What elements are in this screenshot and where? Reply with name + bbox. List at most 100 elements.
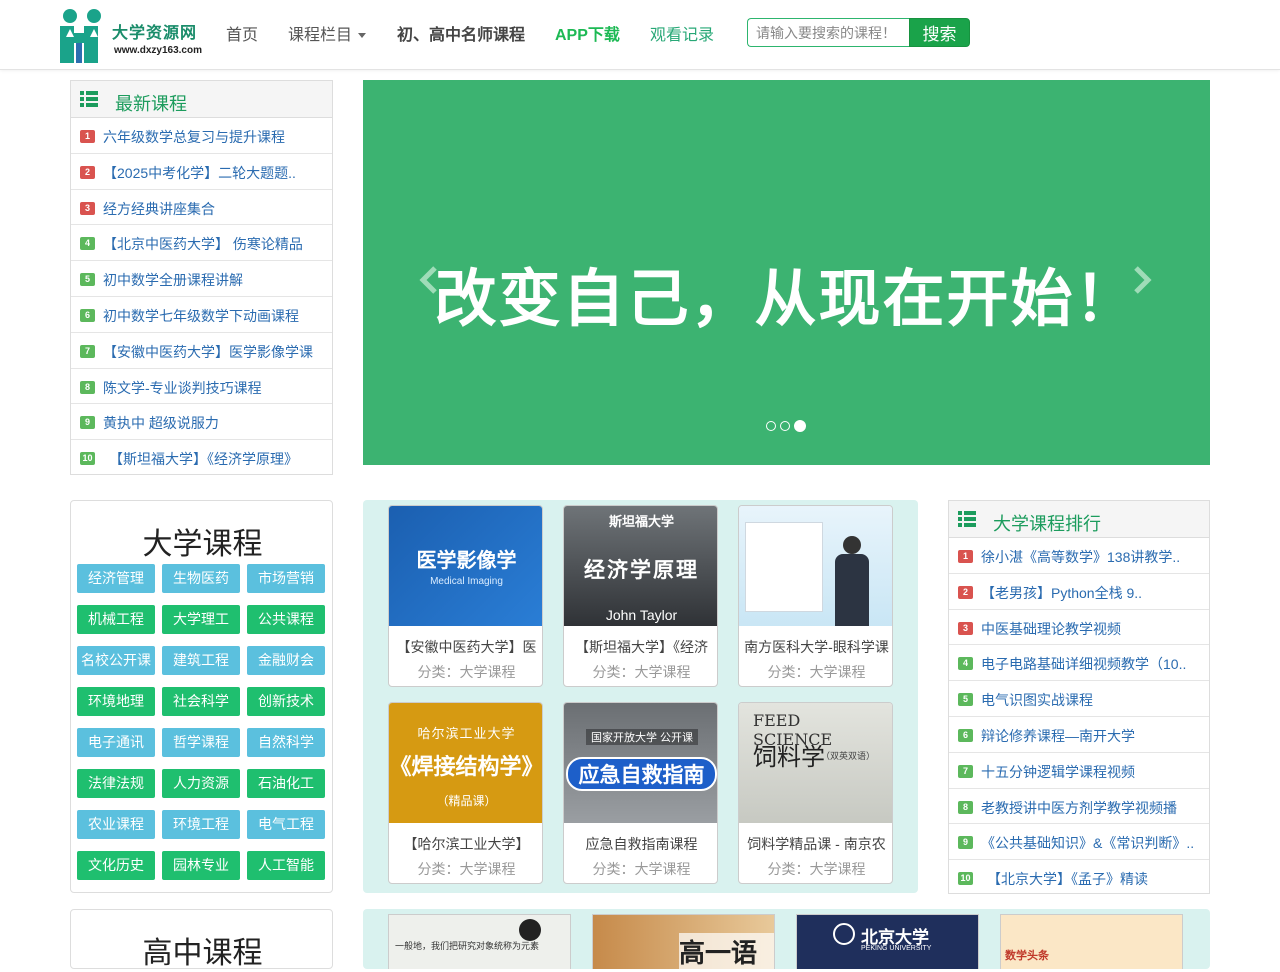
nav-watch-history[interactable]: 观看记录 [650, 21, 714, 45]
list-item-link[interactable]: 辩论修养课程—南开大学 [981, 726, 1207, 746]
list-item[interactable]: 1 徐小湛《高等数学》138讲教学.. [949, 538, 1209, 574]
list-item-link[interactable]: 初中数学七年级数学下动画课程 [103, 306, 329, 326]
highschool-title: 高中课程 [142, 936, 263, 971]
list-item[interactable]: 4 电子电路基础详细视频教学（10.. [949, 645, 1209, 682]
category-button[interactable]: 机械工程 [77, 605, 155, 634]
rank-badge: 8 [80, 380, 95, 394]
course-name: 【斯坦福大学】《经济 [575, 639, 708, 655]
list-item-link[interactable]: 陈文学-专业谈判技巧课程 [103, 378, 329, 398]
category-button[interactable]: 园林专业 [162, 851, 240, 880]
course-card[interactable]: 国家开放大学 公开课 应急自救指南 应急自救指南课程 分类：大学课程 [563, 702, 718, 884]
highschool-categories-box: 高中课程 [70, 909, 333, 971]
category-button[interactable]: 石油化工 [247, 769, 325, 798]
list-item-link[interactable]: 六年级数学总复习与提升课程 [103, 127, 329, 147]
course-card[interactable]: 哈尔滨工业大学 《焊接结构学》 （精品课） 【哈尔滨工业大学】 分类：大学课程 [388, 702, 543, 884]
category-button[interactable]: 创新技术 [247, 687, 325, 716]
list-item-link[interactable]: 十五分钟逻辑学课程视频 [981, 762, 1207, 782]
category-button[interactable]: 自然科学 [247, 728, 325, 757]
list-item-link[interactable]: 【2025中考化学】二轮大题题.. [103, 163, 329, 183]
course-card[interactable]: FEED SCIENCE 饲料学 （双英双语） 饲料学精品课 - 南京农 分类：… [738, 702, 893, 884]
category-button[interactable]: 环境工程 [162, 810, 240, 839]
category-button[interactable]: 大学理工 [162, 605, 240, 634]
list-item-link[interactable]: 徐小湛《高等数学》138讲教学.. [981, 547, 1207, 567]
course-thumbnail[interactable]: 北京大学 PEKING UNIVERSITY [796, 914, 979, 969]
category-button[interactable]: 建筑工程 [162, 646, 240, 675]
course-card[interactable]: 医学影像学 Medical Imaging 【安徽中医药大学】医 分类：大学课程 [388, 505, 543, 687]
list-item[interactable]: 5 电气识图实战课程 [949, 681, 1209, 717]
list-item-link[interactable]: 【斯坦福大学】《经济学原理》 [109, 449, 335, 469]
thumb-subtitle: PEKING UNIVERSITY [861, 945, 932, 952]
list-item-link[interactable]: 《公共基础知识》&《常识判断》.. [981, 833, 1207, 853]
carousel-dot[interactable] [766, 421, 776, 431]
nav-home[interactable]: 首页 [226, 21, 258, 45]
list-item[interactable]: 7 【安徽中医药大学】医学影像学课 [71, 333, 332, 369]
list-item[interactable]: 10 【北京大学】《孟子》精读 [949, 860, 1209, 896]
thumb-subtitle: John Taylor [605, 607, 678, 623]
list-item[interactable]: 9 《公共基础知识》&《常识判断》.. [949, 824, 1209, 861]
category-button[interactable]: 人力资源 [162, 769, 240, 798]
category-button[interactable]: 经济管理 [77, 564, 155, 593]
category-button[interactable]: 人工智能 [247, 851, 325, 880]
list-item[interactable]: 6 初中数学七年级数学下动画课程 [71, 297, 332, 333]
category-button[interactable]: 金融财会 [247, 646, 325, 675]
category-button[interactable]: 电气工程 [247, 810, 325, 839]
thumb-top: 哈尔滨工业大学 [417, 726, 516, 741]
course-thumbnail: 哈尔滨工业大学 《焊接结构学》 （精品课） [389, 703, 543, 823]
nav-middle-high-school[interactable]: 初、高中名师课程 [397, 21, 525, 45]
category-button[interactable]: 法律法规 [77, 769, 155, 798]
list-item[interactable]: 4 【北京中医药大学】 伤寒论精品 [71, 225, 332, 262]
category-button[interactable]: 社会科学 [162, 687, 240, 716]
category-button[interactable]: 环境地理 [77, 687, 155, 716]
list-item[interactable]: 1 六年级数学总复习与提升课程 [71, 118, 332, 154]
list-item[interactable]: 3 经方经典讲座集合 [71, 190, 332, 226]
list-item[interactable]: 6 辩论修养课程—南开大学 [949, 717, 1209, 753]
site-logo[interactable]: 大学资源网 www.dxzy163.com [58, 7, 218, 65]
nav-app-download[interactable]: APP下载 [555, 21, 620, 45]
chevron-right-icon[interactable] [1130, 262, 1154, 298]
carousel-dot[interactable] [780, 421, 790, 431]
course-thumbnail[interactable]: 高一语文 [592, 914, 775, 969]
list-item-link[interactable]: 经方经典讲座集合 [103, 199, 329, 219]
course-card[interactable]: 斯坦福大学 经济学原理 John Taylor 【斯坦福大学】《经济 分类：大学… [563, 505, 718, 687]
thumb-subtitle: Medical Imaging [430, 576, 503, 587]
nav-course-columns[interactable]: 课程栏目 [288, 21, 367, 45]
list-item-link[interactable]: 【北京中医药大学】 伤寒论精品 [103, 234, 329, 254]
carousel-dot-active[interactable] [794, 420, 806, 432]
list-item-link[interactable]: 电气识图实战课程 [981, 690, 1207, 710]
category-button[interactable]: 文化历史 [77, 851, 155, 880]
search-button[interactable]: 搜索 [909, 18, 970, 47]
course-thumbnail[interactable]: 一般地，我们把研究对象统称为元素 [388, 914, 571, 969]
list-item-link[interactable]: 电子电路基础详细视频教学（10.. [981, 654, 1207, 674]
category-button[interactable]: 农业课程 [77, 810, 155, 839]
list-item[interactable]: 2 【2025中考化学】二轮大题题.. [71, 154, 332, 190]
category-button[interactable]: 电子通讯 [77, 728, 155, 757]
list-item-link[interactable]: 【北京大学】《孟子》精读 [987, 869, 1213, 889]
category-button[interactable]: 哲学课程 [162, 728, 240, 757]
category-button[interactable]: 公共课程 [247, 605, 325, 634]
category-button[interactable]: 名校公开课 [77, 646, 155, 675]
course-card[interactable]: 南方医科大学-眼科学课 分类：大学课程 [738, 505, 893, 687]
thumb-title: 《焊接结构学》 [389, 754, 543, 779]
list-item-link[interactable]: 【老男孩】Python全栈 9.. [981, 583, 1207, 603]
course-thumbnail[interactable]: 数学头条 [1000, 914, 1183, 969]
list-item-link[interactable]: 初中数学全册课程讲解 [103, 270, 329, 290]
list-item-link[interactable]: 中医基础理论教学视频 [981, 619, 1207, 639]
list-item[interactable]: 9 黄执中 超级说服力 [71, 404, 332, 441]
rank-badge: 1 [958, 550, 973, 563]
list-item-link[interactable]: 黄执中 超级说服力 [103, 413, 329, 433]
category-button[interactable]: 市场营销 [247, 564, 325, 593]
chevron-left-icon[interactable] [417, 262, 441, 298]
list-item[interactable]: 7 十五分钟逻辑学课程视频 [949, 753, 1209, 789]
search-input[interactable] [747, 18, 910, 47]
list-item[interactable]: 5 初中数学全册课程讲解 [71, 261, 332, 297]
list-item-link[interactable]: 【安徽中医药大学】医学影像学课 [103, 342, 329, 362]
list-item-link[interactable]: 老教授讲中医方剂学教学视频播 [981, 798, 1207, 818]
list-item[interactable]: 10 【斯坦福大学】《经济学原理》 [71, 440, 332, 476]
list-item[interactable]: 8 老教授讲中医方剂学教学视频播 [949, 789, 1209, 825]
category-button[interactable]: 生物医药 [162, 564, 240, 593]
thumb-text: 高一语文 [679, 933, 774, 969]
list-icon [80, 91, 98, 107]
list-item[interactable]: 2 【老男孩】Python全栈 9.. [949, 574, 1209, 610]
list-item[interactable]: 8 陈文学-专业谈判技巧课程 [71, 369, 332, 405]
list-item[interactable]: 3 中医基础理论教学视频 [949, 610, 1209, 646]
